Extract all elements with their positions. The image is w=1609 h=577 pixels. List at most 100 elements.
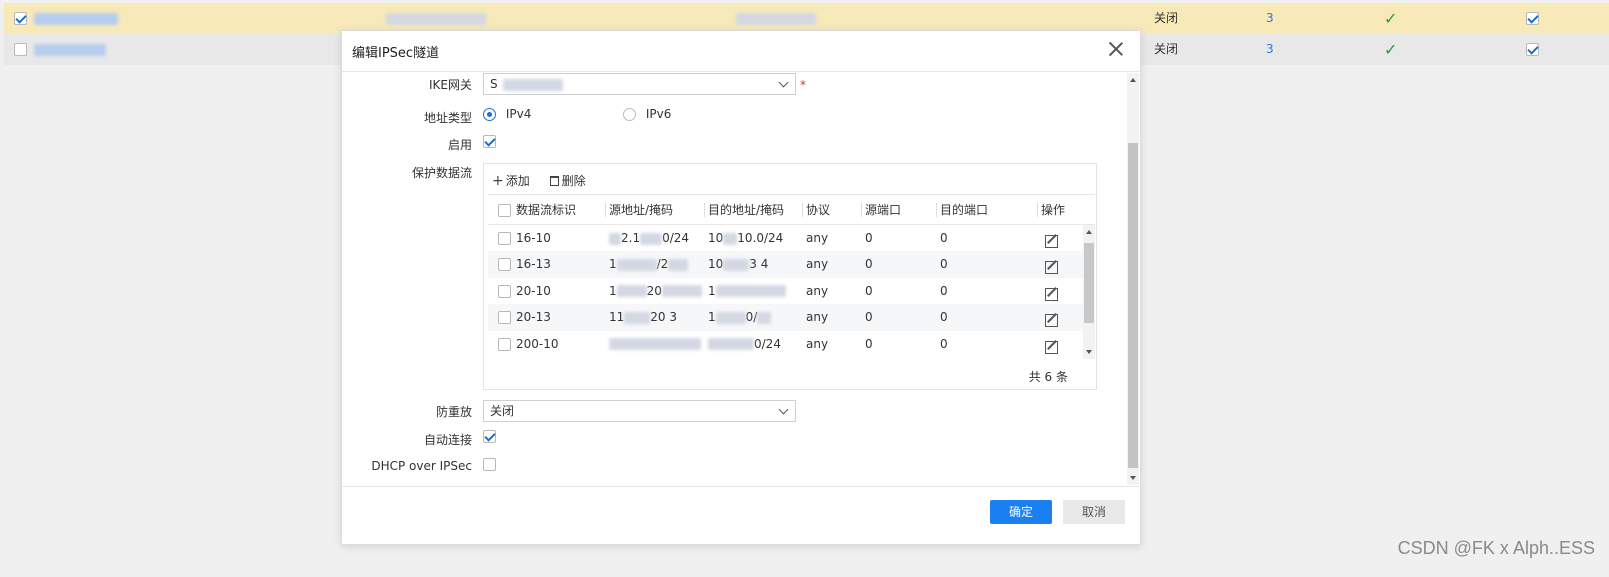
row-checkbox[interactable] [498,304,511,330]
scroll-thumb[interactable] [1128,143,1138,468]
col-header-dst-port: 目的端口 [935,195,988,225]
scroll-down-icon[interactable] [1086,350,1092,354]
flow-id: 16-10 [516,231,551,245]
close-icon[interactable] [1108,41,1124,57]
dialog-title: 编辑IPSec隧道 [352,46,440,61]
table-row[interactable]: 20-10 1 20 1 any 0 0 [488,278,1083,304]
row-checkbox[interactable] [498,225,511,251]
auto-connect-label: 自动连接 [423,433,472,447]
delete-flow-button[interactable]: 删除 [549,172,586,189]
required-mark: * [800,78,806,92]
confirm-button[interactable]: 确定 [990,500,1052,524]
row-count-link[interactable]: 3 [1266,34,1274,65]
edit-ipsec-dialog: 编辑IPSec隧道 IKE网关 S * 地址类型 IPv4 IPv6 启用 保护… [341,30,1142,546]
flow-id: 16-13 [516,257,551,272]
proto-cell: any [806,283,829,298]
dialog-scrollbar[interactable] [1127,73,1139,485]
src-port-cell: 0 [865,231,873,245]
plus-icon: + [492,173,504,189]
ipv4-radio[interactable]: IPv4 [483,107,531,121]
dialog-header: 编辑IPSec隧道 [342,31,1140,72]
dialog-footer: 确定 取消 [342,486,1142,546]
edit-icon[interactable] [1045,257,1058,275]
flow-toolbar: + 添加 删除 [492,172,602,189]
src-port-cell: 0 [865,310,873,325]
dhcp-checkbox[interactable] [483,457,496,471]
chevron-down-icon [778,77,789,88]
row-checkbox[interactable] [498,251,511,277]
radio-unselected-icon [623,108,636,121]
table-row[interactable]: 16-10 2.1 0/24 10 10.0/24 any 0 0 [488,225,1083,251]
row-enable-checkbox[interactable] [1526,3,1539,34]
anti-replay-select[interactable]: 关闭 [483,400,796,422]
row-name-redacted [34,34,106,65]
grid-scrollbar[interactable] [1083,225,1095,359]
address-type-label: 地址类型 [423,111,472,125]
row-checkbox[interactable] [498,278,511,304]
watermark: CSDN @FK x Alph..ESS [1397,538,1595,558]
src-cell: 2.1 0/24 [609,225,689,251]
row-status: 关闭 [1154,42,1179,56]
trash-icon [549,176,559,186]
flow-grid: 数据流标识 源地址/掩码 目的地址/掩码 协议 源端口 目的端口 操作 16-1… [488,194,1095,359]
table-row[interactable]: 200-10 0/24 any 0 0 [488,331,1083,357]
anti-replay-label: 防重放 [435,405,472,419]
row-name-redacted [34,3,118,34]
scroll-thumb[interactable] [1084,243,1094,323]
row-checkbox[interactable] [14,34,27,65]
scroll-up-icon[interactable] [1086,230,1092,234]
row-enable-checkbox[interactable] [1526,34,1539,65]
col-header-src: 源地址/掩码 [604,195,673,225]
protected-flow-label: 保护数据流 [411,166,472,180]
edit-icon[interactable] [1045,231,1058,248]
add-flow-button[interactable]: + 添加 [492,172,530,189]
ike-gateway-value: S [490,77,498,91]
table-row[interactable]: 20-13 11 20 3 1 0/ any 0 0 [488,304,1083,331]
col-header-src-port: 源端口 [860,195,901,225]
cancel-button[interactable]: 取消 [1063,500,1125,524]
scroll-down-icon[interactable] [1130,476,1136,480]
row-count-link[interactable]: 3 [1266,3,1274,34]
edit-icon[interactable] [1045,337,1058,354]
ipv6-radio[interactable]: IPv6 [623,107,671,121]
radio-selected-icon [483,108,496,121]
proto-cell: any [806,336,829,351]
dhcp-label: DHCP over IPSec [371,459,472,473]
src-cell: 1/2 [609,251,689,277]
src-cell [609,331,701,357]
check-icon: ✓ [1384,40,1398,59]
dst-port-cell: 0 [940,310,948,325]
enable-label: 启用 [447,138,472,152]
dst-cell: 0/24 [708,331,781,357]
anti-replay-value: 关闭 [490,404,515,418]
row-checkbox[interactable] [14,3,27,34]
enable-checkbox[interactable] [483,134,496,148]
ipv4-label: IPv4 [505,107,532,121]
src-cell: 1 20 [609,278,702,304]
select-all-checkbox[interactable] [498,195,511,225]
flow-id: 200-10 [516,336,559,351]
edit-icon[interactable] [1045,310,1058,328]
edit-icon[interactable] [1045,284,1058,301]
dst-cell: 1 [708,278,786,304]
scroll-up-icon[interactable] [1130,78,1136,82]
src-cell: 11 20 3 [609,310,677,325]
dst-port-cell: 0 [940,283,948,298]
row-checkbox[interactable] [498,331,511,357]
check-icon: ✓ [1384,9,1398,28]
auto-connect-checkbox[interactable] [483,429,496,443]
grid-body: 16-10 2.1 0/24 10 10.0/24 any 0 0 16-13 1/… [488,225,1083,359]
dst-cell: 10 10.0/24 [708,231,784,245]
table-row[interactable]: 16-13 1/2 10 3 4 any 0 0 [488,251,1083,278]
grid-header: 数据流标识 源地址/掩码 目的地址/掩码 协议 源端口 目的端口 操作 [488,194,1095,225]
proto-cell: any [806,231,829,245]
src-port-cell: 0 [865,257,873,272]
ipv6-label: IPv6 [645,107,672,121]
dst-port-cell: 0 [940,231,948,245]
src-port-cell: 0 [865,336,873,351]
ike-gateway-select[interactable]: S [483,73,796,95]
src-port-cell: 0 [865,283,873,298]
flow-id: 20-13 [516,310,551,325]
row-status: 关闭 [1154,11,1179,25]
redacted-value [503,78,564,91]
